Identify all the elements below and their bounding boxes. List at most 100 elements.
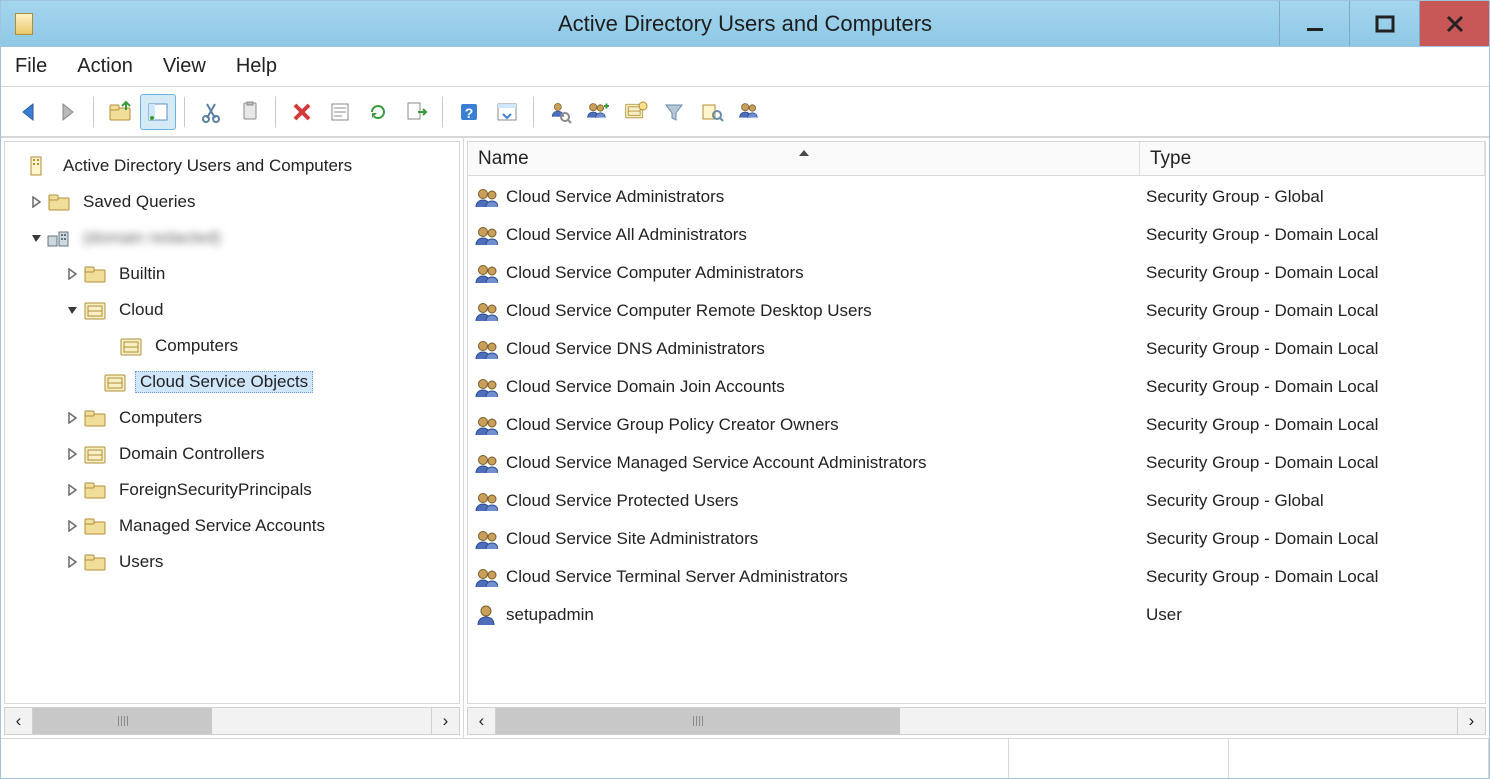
menu-help[interactable]: Help (236, 55, 277, 78)
expander-collapsed-icon[interactable] (65, 266, 81, 282)
expander-collapsed-icon[interactable] (65, 554, 81, 570)
maximize-button[interactable] (1349, 1, 1419, 46)
list-row[interactable]: Cloud Service Computer Remote Desktop Us… (468, 292, 1485, 330)
show-hide-tree-button[interactable] (140, 94, 176, 130)
list-view[interactable]: Name Type Cloud Service AdministratorsSe… (467, 141, 1486, 704)
new-ou-button[interactable] (618, 94, 654, 130)
list-type-cell: Security Group - Domain Local (1146, 225, 1485, 245)
refresh-button[interactable] (360, 94, 396, 130)
expander-collapsed-icon[interactable] (65, 446, 81, 462)
content-area: Active Directory Users and Computers Sav… (1, 137, 1489, 738)
folder-icon (83, 550, 107, 574)
delete-button[interactable] (284, 94, 320, 130)
expander-collapsed-icon[interactable] (65, 482, 81, 498)
properties-button[interactable] (322, 94, 358, 130)
list-row[interactable]: Cloud Service DNS AdministratorsSecurity… (468, 330, 1485, 368)
folder-icon (83, 406, 107, 430)
list-row[interactable]: Cloud Service AdministratorsSecurity Gro… (468, 178, 1485, 216)
minimize-button[interactable] (1279, 1, 1349, 46)
list-row[interactable]: Cloud Service Managed Service Account Ad… (468, 444, 1485, 482)
nav-back-button[interactable] (11, 94, 47, 130)
export-list-button[interactable] (398, 94, 434, 130)
menu-view[interactable]: View (163, 55, 206, 78)
expander-collapsed-icon[interactable] (65, 410, 81, 426)
group-icon (472, 183, 500, 211)
toolbar: ? (1, 87, 1489, 137)
list-type-cell: Security Group - Domain Local (1146, 567, 1485, 587)
expander-none-icon (85, 374, 101, 390)
tree-pane: Active Directory Users and Computers Sav… (1, 138, 463, 738)
statusbar (1, 738, 1489, 778)
search-button[interactable] (694, 94, 730, 130)
ou-icon (83, 298, 107, 322)
menu-file[interactable]: File (15, 55, 47, 78)
tree-h-scrollbar[interactable]: ‹ › (4, 707, 460, 735)
list-type-cell: Security Group - Domain Local (1146, 415, 1485, 435)
scroll-right-icon[interactable]: › (1457, 708, 1485, 734)
scroll-right-icon[interactable]: › (431, 708, 459, 734)
tree-domain[interactable]: (domain redacted) (9, 220, 455, 256)
scroll-left-icon[interactable]: ‹ (5, 708, 33, 734)
filter-button[interactable] (656, 94, 692, 130)
tree-root[interactable]: Active Directory Users and Computers (9, 148, 455, 184)
copy-button[interactable] (231, 94, 267, 130)
tree-saved-queries[interactable]: Saved Queries (9, 184, 455, 220)
tree-fsp[interactable]: ForeignSecurityPrincipals (9, 472, 455, 508)
expander-expanded-icon[interactable] (29, 230, 45, 246)
titlebar[interactable]: Active Directory Users and Computers (1, 1, 1489, 47)
column-header-name[interactable]: Name (468, 142, 1140, 175)
expander-icon (9, 158, 25, 174)
folder-icon (83, 514, 107, 538)
help-button[interactable]: ? (451, 94, 487, 130)
expander-expanded-icon[interactable] (65, 302, 81, 318)
tree-msa[interactable]: Managed Service Accounts (9, 508, 455, 544)
svg-text:?: ? (465, 105, 474, 121)
tree-domain-controllers[interactable]: Domain Controllers (9, 436, 455, 472)
add-user-to-group-button[interactable] (732, 94, 768, 130)
list-h-scrollbar[interactable]: ‹ › (467, 707, 1486, 735)
tree-users[interactable]: Users (9, 544, 455, 580)
find-objects-button[interactable] (542, 94, 578, 130)
list-row[interactable]: Cloud Service Computer AdministratorsSec… (468, 254, 1485, 292)
nav-forward-button[interactable] (49, 94, 85, 130)
tree-item-label: Cloud Service Objects (135, 371, 313, 393)
list-row[interactable]: Cloud Service Protected UsersSecurity Gr… (468, 482, 1485, 520)
list-name-cell: Cloud Service All Administrators (506, 225, 1146, 245)
cut-button[interactable] (193, 94, 229, 130)
tree-item-label: Domain Controllers (115, 443, 269, 465)
tree-cloud-computers[interactable]: Computers (9, 328, 455, 364)
scroll-thumb[interactable] (496, 708, 900, 734)
close-button[interactable] (1419, 1, 1489, 46)
folder-icon (83, 262, 107, 286)
tree-builtin[interactable]: Builtin (9, 256, 455, 292)
list-row[interactable]: Cloud Service Site AdministratorsSecurit… (468, 520, 1485, 558)
tree-cloud-service-objects[interactable]: Cloud Service Objects (9, 364, 455, 400)
menu-action[interactable]: Action (77, 55, 133, 78)
scroll-thumb[interactable] (33, 708, 212, 734)
column-header-name-label: Name (478, 148, 529, 170)
list-row[interactable]: Cloud Service All AdministratorsSecurity… (468, 216, 1485, 254)
expander-collapsed-icon[interactable] (29, 194, 45, 210)
ou-icon (119, 334, 143, 358)
list-type-cell: Security Group - Domain Local (1146, 529, 1485, 549)
tree-view[interactable]: Active Directory Users and Computers Sav… (4, 141, 460, 704)
scroll-left-icon[interactable]: ‹ (468, 708, 496, 734)
list-row[interactable]: Cloud Service Group Policy Creator Owner… (468, 406, 1485, 444)
list-row[interactable]: setupadminUser (468, 596, 1485, 634)
list-type-cell: Security Group - Domain Local (1146, 263, 1485, 283)
list-name-cell: Cloud Service Site Administrators (506, 529, 1146, 549)
app-icon (15, 13, 33, 35)
group-icon (472, 259, 500, 287)
list-row[interactable]: Cloud Service Terminal Server Administra… (468, 558, 1485, 596)
list-row[interactable]: Cloud Service Domain Join AccountsSecuri… (468, 368, 1485, 406)
column-header-type[interactable]: Type (1140, 142, 1485, 175)
list-name-cell: Cloud Service Computer Administrators (506, 263, 1146, 283)
add-to-group-button[interactable] (580, 94, 616, 130)
up-button[interactable] (102, 94, 138, 130)
expander-collapsed-icon[interactable] (65, 518, 81, 534)
ad-root-icon (27, 154, 51, 178)
tree-computers[interactable]: Computers (9, 400, 455, 436)
tree-cloud[interactable]: Cloud (9, 292, 455, 328)
view-options-button[interactable] (489, 94, 525, 130)
list-name-cell: Cloud Service Administrators (506, 187, 1146, 207)
